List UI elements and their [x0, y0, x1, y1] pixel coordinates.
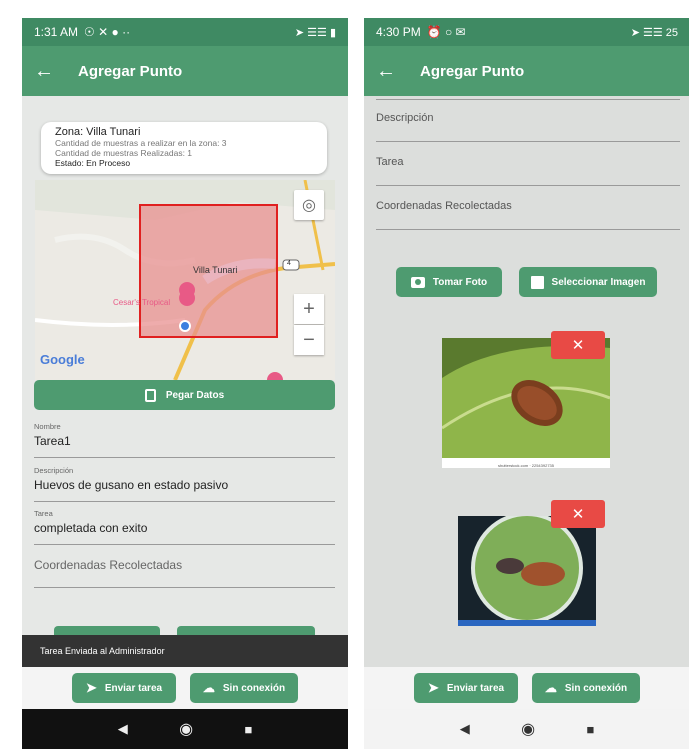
coords-field-placeholder: Coordenadas Recolectadas — [376, 200, 512, 212]
hidden-photo-button[interactable] — [54, 626, 160, 635]
task-field[interactable]: Tarea completada con exito — [34, 509, 335, 545]
google-logo: Google — [40, 352, 85, 367]
offline-button[interactable]: ☁ Sin conexión — [532, 673, 640, 703]
captured-image-2 — [458, 512, 596, 626]
send-task-label: Enviar tarea — [446, 682, 505, 694]
description-field-placeholder: Descripción — [376, 112, 434, 124]
clipboard-icon — [144, 388, 156, 402]
app-bar: ← Agregar Punto — [22, 46, 348, 96]
send-task-button[interactable]: ➤ Enviar tarea — [414, 673, 518, 703]
zone-samples-done: Cantidad de muestras Realizadas: 1 — [55, 148, 193, 158]
zone-state: Estado: En Proceso — [55, 158, 131, 168]
status-icons-right: ➤ ☰☰ ▮ — [294, 26, 336, 39]
task-field-placeholder: Tarea — [376, 156, 404, 168]
close-icon: ✕ — [571, 337, 585, 354]
delete-image-1-button[interactable]: ✕ — [551, 331, 605, 359]
page-title: Agregar Punto — [420, 62, 525, 80]
map-label-cesars-tropical: Cesar's Tropical — [113, 298, 171, 307]
description-field[interactable]: Descripción — [376, 112, 680, 142]
camera-icon — [410, 276, 425, 288]
status-icons-right: ➤ ☰☰ 25 — [630, 26, 678, 39]
offline-label: Sin conexión — [222, 682, 286, 694]
task-field-label: Tarea — [34, 509, 53, 518]
coords-field[interactable]: Coordenadas Recolectadas — [376, 200, 680, 230]
snackbar-message: Tarea Enviada al Administrador — [40, 646, 165, 656]
system-nav-bar: ◀ ◉ ■ — [364, 709, 689, 749]
coords-field-placeholder: Coordenadas Recolectadas — [34, 558, 183, 572]
description-field-label: Descripción — [34, 466, 74, 475]
zone-samples-required: Cantidad de muestras a realizar en la zo… — [55, 138, 227, 148]
app-bar: ← Agregar Punto — [364, 46, 689, 96]
offline-button[interactable]: ☁ Sin conexión — [190, 673, 298, 703]
send-task-button[interactable]: ➤ Enviar tarea — [72, 673, 176, 703]
cloud-off-icon: ☁ — [544, 681, 557, 695]
snackbar: Tarea Enviada al Administrador — [22, 635, 348, 667]
select-image-button[interactable]: Seleccionar Imagen — [519, 267, 657, 297]
bottom-action-bar: ➤ Enviar tarea ☁ Sin conexión — [22, 667, 348, 709]
image-icon — [530, 275, 544, 289]
status-bar: 1:31 AM ☉ ✕ ● ·· ➤ ☰☰ ▮ — [22, 18, 348, 46]
bottom-action-bar: ➤ Enviar tarea ☁ Sin conexión — [364, 667, 689, 709]
status-time: 4:30 PM — [376, 25, 421, 39]
status-icons-left: ☉ ✕ ● ·· — [84, 25, 131, 39]
zoom-in-button[interactable]: + — [294, 294, 324, 324]
zone-info-card: Zona: Villa Tunari Cantidad de muestras … — [41, 122, 327, 174]
hidden-select-image-button[interactable] — [177, 626, 315, 635]
task-field[interactable]: Tarea — [376, 156, 680, 186]
nav-back-icon[interactable]: ◀ — [460, 721, 470, 737]
back-arrow-icon[interactable]: ← — [376, 60, 408, 83]
description-field-value: Huevos de gusano en estado pasivo — [34, 478, 229, 492]
current-location-dot — [179, 320, 191, 332]
select-image-label: Seleccionar Imagen — [551, 276, 646, 288]
back-arrow-icon[interactable]: ← — [34, 60, 66, 83]
send-icon: ➤ — [427, 680, 439, 695]
image-1-caption: shutterstock.com · 2254392735 — [497, 463, 555, 468]
left-phone-screen: 1:31 AM ☉ ✕ ● ·· ➤ ☰☰ ▮ ← Agregar Punto … — [22, 18, 348, 749]
take-photo-button[interactable]: Tomar Foto — [396, 267, 502, 297]
page-title: Agregar Punto — [78, 62, 183, 80]
name-field-value: Tarea1 — [34, 434, 71, 448]
map-view[interactable]: Villa Tunari Cesar's Tropical 4 Google ◎… — [35, 180, 335, 380]
take-photo-label: Tomar Foto — [432, 276, 488, 288]
zoom-out-button[interactable]: − — [294, 325, 324, 355]
task-field-value: completada con exito — [34, 521, 148, 535]
nav-home-icon[interactable]: ◉ — [521, 719, 535, 739]
name-field-label: Nombre — [34, 422, 61, 431]
map-label-villa-tunari: Villa Tunari — [193, 265, 238, 275]
name-field[interactable]: Nombre Tarea1 — [34, 422, 335, 458]
nav-recents-icon[interactable]: ■ — [586, 722, 594, 737]
coords-field[interactable]: Coordenadas Recolectadas — [34, 558, 335, 588]
scrolled-field-divider — [376, 96, 680, 100]
status-time: 1:31 AM — [34, 25, 79, 39]
insect-eggs-photo — [458, 512, 596, 626]
send-icon: ➤ — [85, 680, 97, 695]
cloud-off-icon: ☁ — [202, 681, 215, 695]
nav-recents-icon[interactable]: ■ — [244, 722, 252, 737]
paste-data-button[interactable]: Pegar Datos — [34, 380, 335, 410]
map-canvas — [35, 180, 335, 380]
location-target-icon[interactable]: ◎ — [294, 190, 324, 220]
offline-label: Sin conexión — [564, 682, 628, 694]
right-phone-screen: 4:30 PM ⏰ ○ ✉ ➤ ☰☰ 25 ← Agregar Punto De… — [364, 18, 689, 749]
delete-image-2-button[interactable]: ✕ — [551, 500, 605, 528]
paste-data-label: Pegar Datos — [165, 389, 225, 401]
send-task-label: Enviar tarea — [104, 682, 163, 694]
nav-back-icon[interactable]: ◀ — [118, 721, 128, 737]
close-icon: ✕ — [571, 506, 585, 523]
description-field[interactable]: Descripción Huevos de gusano en estado p… — [34, 466, 335, 502]
status-icons-left: ⏰ ○ ✉ — [426, 25, 466, 39]
system-nav-bar: ◀ ◉ ■ — [22, 709, 348, 749]
zone-name: Zona: Villa Tunari — [55, 126, 141, 138]
road-number-label: 4 — [287, 260, 291, 267]
nav-home-icon[interactable]: ◉ — [179, 719, 193, 739]
status-bar: 4:30 PM ⏰ ○ ✉ ➤ ☰☰ 25 — [364, 18, 689, 46]
